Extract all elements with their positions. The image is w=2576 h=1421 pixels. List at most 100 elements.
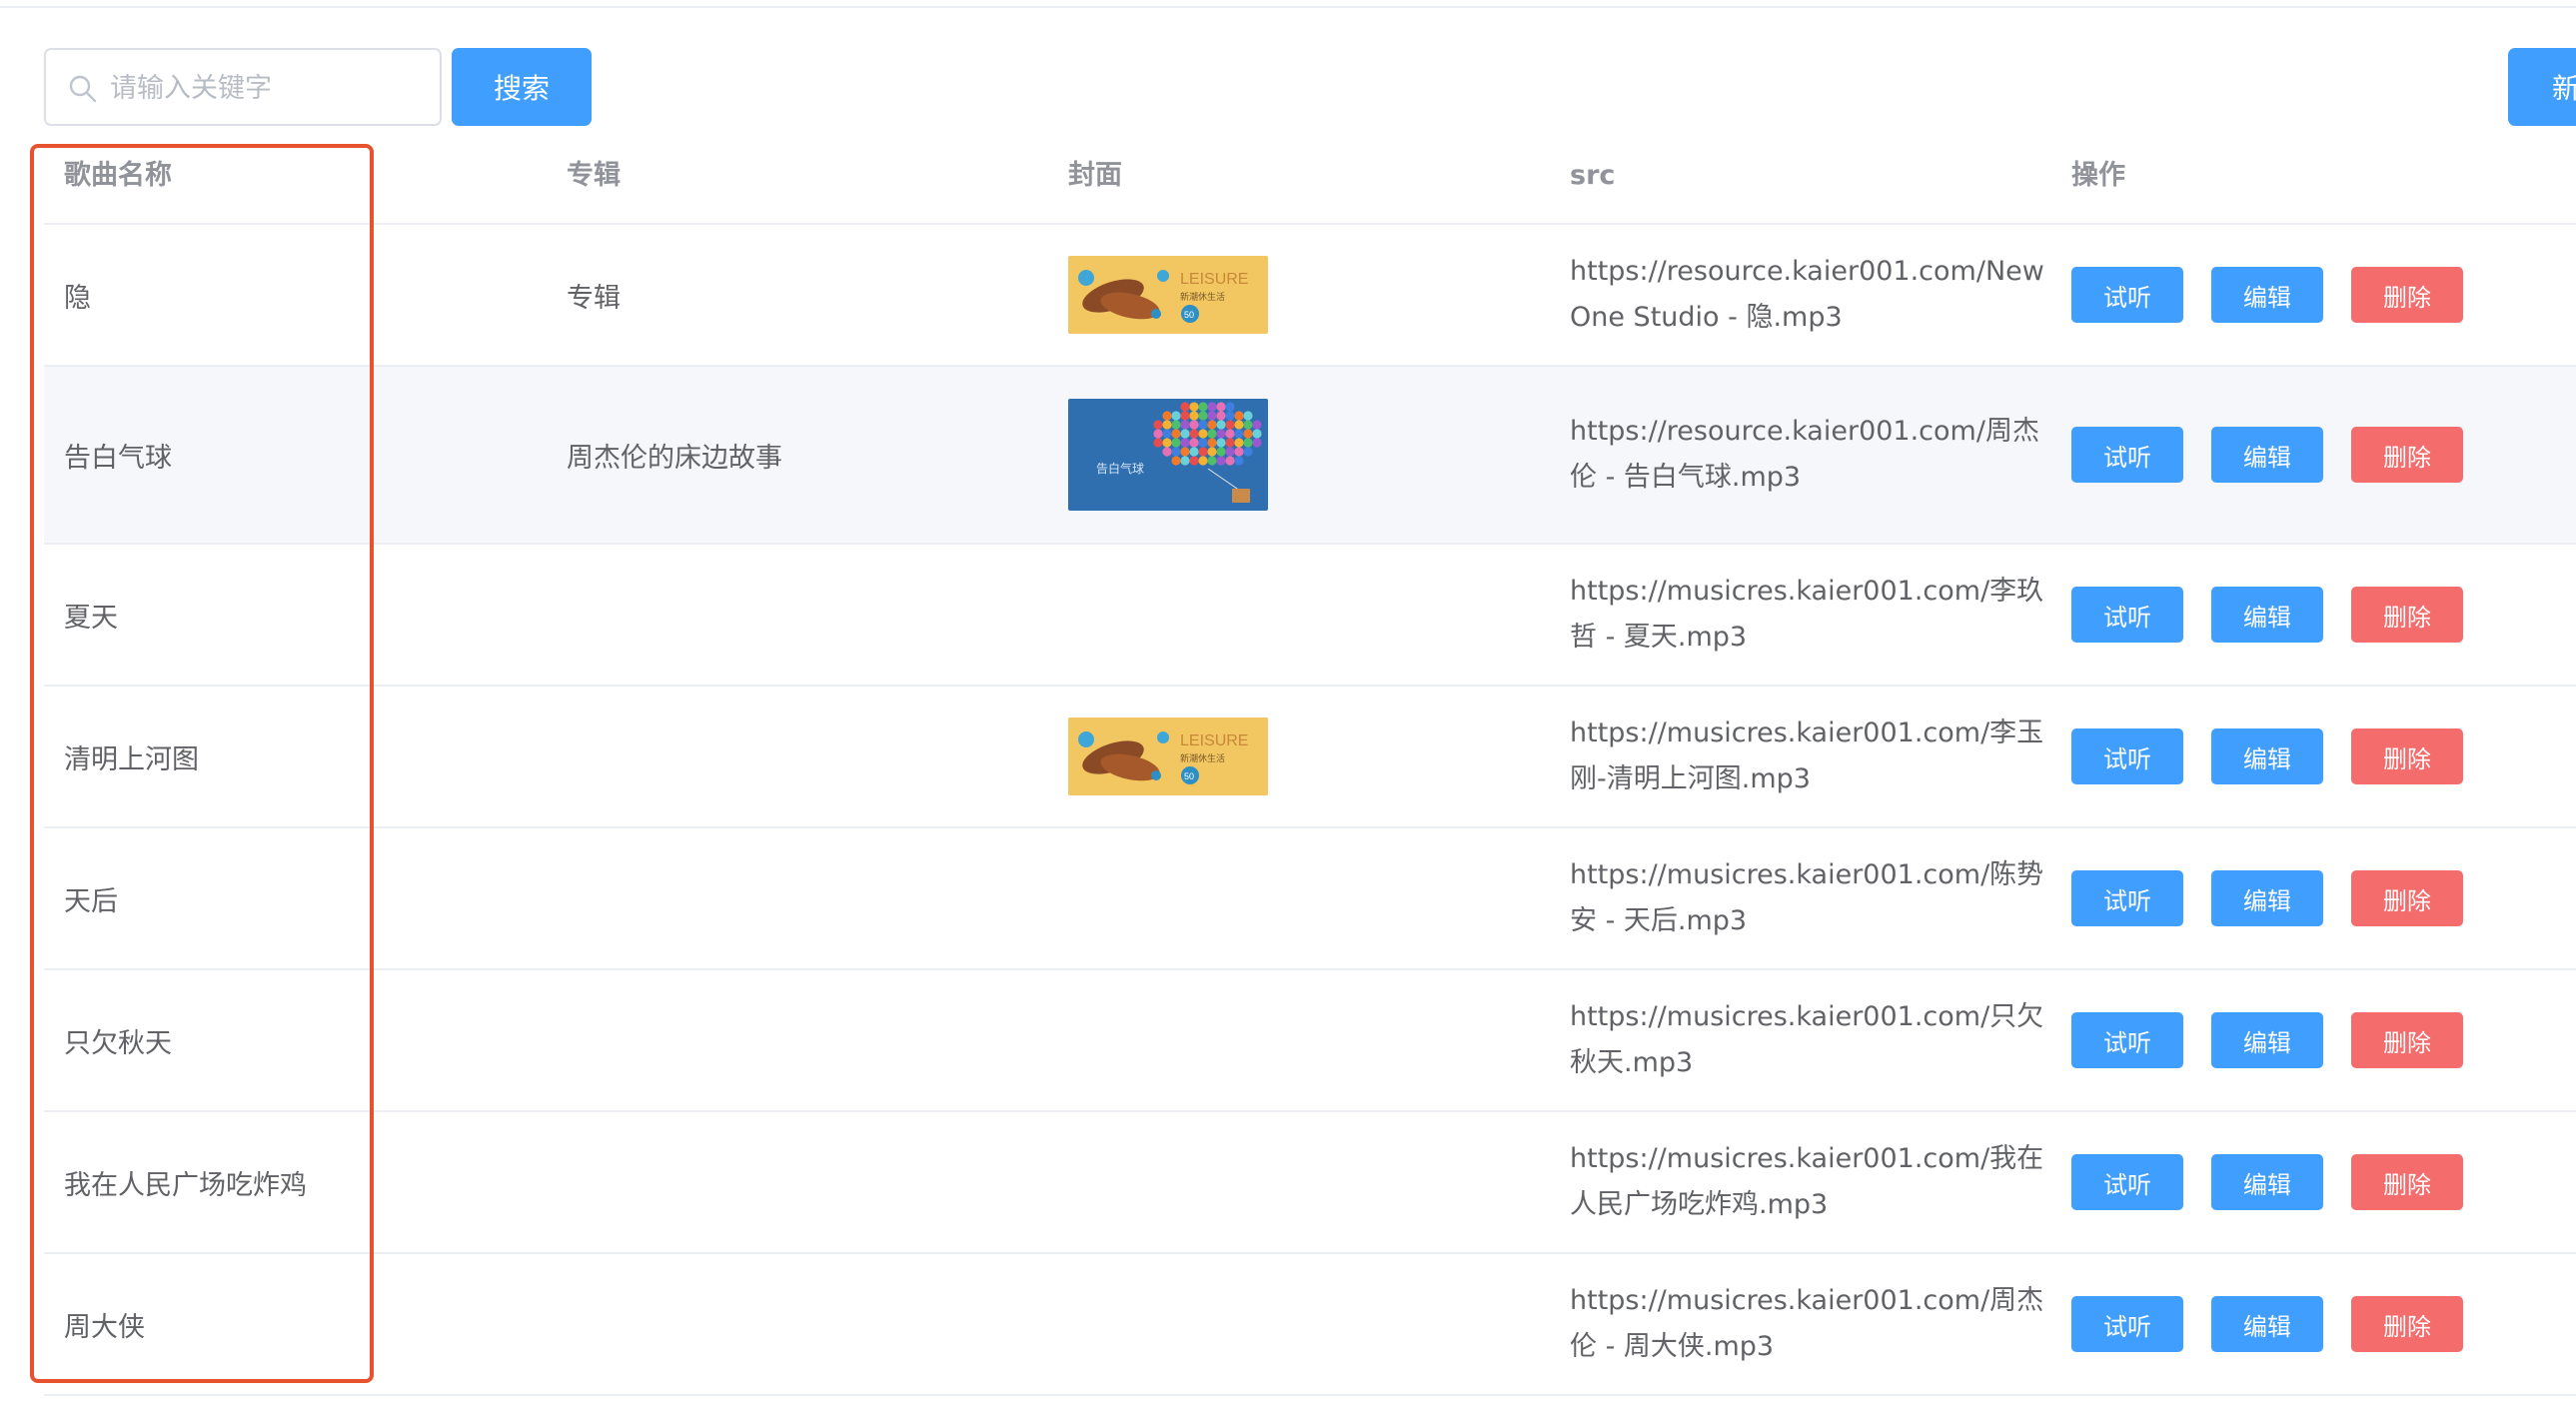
edit-button[interactable]: 编辑 [2211, 728, 2323, 784]
header-src: src [1570, 160, 1616, 191]
search-input[interactable] [108, 50, 432, 126]
cover-image-balloon: 告白气球 [1068, 399, 1268, 511]
operations-cell: 试听 编辑 删除 [2071, 687, 2463, 826]
album-cell-text: 专辑 [567, 282, 621, 314]
src-cell-text: https://resource.kaier001.com/周杰伦 - 告白气球… [1570, 416, 2039, 493]
edit-button[interactable]: 编辑 [2211, 267, 2323, 323]
operations-cell: 试听 编辑 删除 [2071, 1254, 2463, 1394]
edit-button[interactable]: 编辑 [2211, 427, 2323, 483]
src-cell-text: https://musicres.kaier001.com/李玉刚-清明上河图.… [1570, 717, 2044, 794]
listen-button[interactable]: 试听 [2071, 587, 2183, 643]
src-cell: https://musicres.kaier001.com/李玉刚-清明上河图.… [1570, 687, 2049, 826]
song-name-cell-text: 告白气球 [64, 442, 172, 474]
operations-cell: 试听 编辑 删除 [2071, 367, 2463, 543]
song-name-cell-text: 我在人民广场吃炸鸡 [64, 1169, 307, 1201]
edit-button[interactable]: 编辑 [2211, 870, 2323, 926]
src-cell-text: https://resource.kaier001.com/New One St… [1570, 256, 2044, 333]
listen-button[interactable]: 试听 [2071, 728, 2183, 784]
table-row: 隐 专辑 LEISURE 新潮休生活 50 https://resource.kaier0… [44, 225, 2576, 367]
edit-button[interactable]: 编辑 [2211, 1296, 2323, 1352]
operations-cell: 试听 编辑 删除 [2071, 970, 2463, 1110]
new-button[interactable]: 新 [2508, 48, 2576, 126]
listen-button[interactable]: 试听 [2071, 1012, 2183, 1068]
search-icon [69, 75, 97, 103]
song-name-cell: 夏天 [64, 545, 118, 685]
song-name-cell: 只欠秋天 [64, 970, 172, 1110]
search-box[interactable] [44, 48, 442, 126]
listen-button[interactable]: 试听 [2071, 427, 2183, 483]
src-cell-text: https://musicres.kaier001.com/只欠秋天.mp3 [1570, 1001, 2044, 1078]
header-album: 专辑 [567, 160, 621, 191]
delete-button[interactable]: 删除 [2351, 1296, 2463, 1352]
operations-cell: 试听 编辑 删除 [2071, 828, 2463, 968]
src-cell: https://resource.kaier001.com/New One St… [1570, 225, 2049, 365]
svg-text:50: 50 [1184, 771, 1194, 781]
svg-text:50: 50 [1184, 310, 1194, 320]
table-row: 告白气球 周杰伦的床边故事 告白气球 https://resource.kaier00… [44, 367, 2576, 545]
src-cell-text: https://musicres.kaier001.com/陈势安 - 天后.m… [1570, 859, 2044, 936]
song-name-cell: 告白气球 [64, 367, 172, 543]
cover-cell: LEISURE 新潮休生活 50 [1068, 687, 1268, 826]
songs-table: 歌曲名称 专辑 封面 src 操作 隐 专辑 LEISURE 新潮休生活 50 https… [44, 140, 2576, 1396]
src-cell: https://musicres.kaier001.com/只欠秋天.mp3 [1570, 970, 2049, 1110]
song-name-cell: 清明上河图 [64, 687, 199, 826]
delete-button[interactable]: 删除 [2351, 1154, 2463, 1210]
header-operations: 操作 [2071, 160, 2125, 191]
album-cell-text: 周杰伦的床边故事 [567, 442, 782, 474]
delete-button[interactable]: 删除 [2351, 728, 2463, 784]
album-cell: 专辑 [567, 225, 621, 365]
table-header: 歌曲名称 专辑 封面 src 操作 [44, 140, 2576, 225]
song-name-cell: 周大侠 [64, 1254, 145, 1394]
src-cell-text: https://musicres.kaier001.com/周杰伦 - 周大侠.… [1570, 1285, 2044, 1362]
table-row: 天后 https://musicres.kaier001.com/陈势安 - 天后… [44, 828, 2576, 970]
header-song-name: 歌曲名称 [64, 160, 172, 191]
song-name-cell-text: 只欠秋天 [64, 1027, 172, 1059]
edit-button[interactable]: 编辑 [2211, 1154, 2323, 1210]
listen-button[interactable]: 试听 [2071, 1296, 2183, 1352]
svg-text:新潮休生活: 新潮休生活 [1180, 752, 1225, 764]
song-name-cell-text: 清明上河图 [64, 743, 199, 775]
header-cover: 封面 [1068, 160, 1122, 191]
delete-button[interactable]: 删除 [2351, 427, 2463, 483]
operations-cell: 试听 编辑 删除 [2071, 225, 2463, 365]
listen-button[interactable]: 试听 [2071, 1154, 2183, 1210]
table-row: 夏天 https://musicres.kaier001.com/李玖哲 - 夏天… [44, 545, 2576, 687]
src-cell: https://musicres.kaier001.com/我在人民广场吃炸鸡.… [1570, 1112, 2049, 1252]
song-name-cell: 隐 [64, 225, 91, 365]
svg-text:告白气球: 告白气球 [1096, 461, 1144, 476]
src-cell-text: https://musicres.kaier001.com/我在人民广场吃炸鸡.… [1570, 1143, 2044, 1220]
listen-button[interactable]: 试听 [2071, 267, 2183, 323]
operations-cell: 试听 编辑 删除 [2071, 545, 2463, 685]
src-cell: https://musicres.kaier001.com/陈势安 - 天后.m… [1570, 828, 2049, 968]
delete-button[interactable]: 删除 [2351, 1012, 2463, 1068]
search-button[interactable]: 搜索 [452, 48, 592, 126]
song-name-cell: 我在人民广场吃炸鸡 [64, 1112, 307, 1252]
table-body: 隐 专辑 LEISURE 新潮休生活 50 https://resource.kaier0… [44, 225, 2576, 1396]
delete-button[interactable]: 删除 [2351, 587, 2463, 643]
song-name-cell-text: 隐 [64, 282, 91, 314]
table-row: 周大侠 https://musicres.kaier001.com/周杰伦 - 周… [44, 1254, 2576, 1396]
edit-button[interactable]: 编辑 [2211, 1012, 2323, 1068]
cover-cell: 告白气球 [1068, 367, 1268, 543]
src-cell: https://resource.kaier001.com/周杰伦 - 告白气球… [1570, 367, 2049, 543]
table-row: 清明上河图 LEISURE 新潮休生活 50 https://musicres.kaie… [44, 687, 2576, 828]
song-name-cell-text: 周大侠 [64, 1311, 145, 1343]
listen-button[interactable]: 试听 [2071, 870, 2183, 926]
cover-cell: LEISURE 新潮休生活 50 [1068, 225, 1268, 365]
song-name-cell-text: 天后 [64, 885, 118, 917]
src-cell: https://musicres.kaier001.com/李玖哲 - 夏天.m… [1570, 545, 2049, 685]
song-name-cell-text: 夏天 [64, 602, 118, 634]
table-row: 我在人民广场吃炸鸡 https://musicres.kaier001.com/我… [44, 1112, 2576, 1254]
svg-text:LEISURE: LEISURE [1180, 271, 1248, 288]
delete-button[interactable]: 删除 [2351, 267, 2463, 323]
edit-button[interactable]: 编辑 [2211, 587, 2323, 643]
operations-cell: 试听 编辑 删除 [2071, 1112, 2463, 1252]
top-border [0, 6, 2576, 8]
cover-image-leisure: LEISURE 新潮休生活 50 [1068, 256, 1268, 334]
cover-image-leisure: LEISURE 新潮休生活 50 [1068, 717, 1268, 795]
delete-button[interactable]: 删除 [2351, 870, 2463, 926]
src-cell-text: https://musicres.kaier001.com/李玖哲 - 夏天.m… [1570, 576, 2044, 653]
svg-text:新潮休生活: 新潮休生活 [1180, 291, 1225, 303]
svg-text:LEISURE: LEISURE [1180, 732, 1248, 749]
src-cell: https://musicres.kaier001.com/周杰伦 - 周大侠.… [1570, 1254, 2049, 1394]
